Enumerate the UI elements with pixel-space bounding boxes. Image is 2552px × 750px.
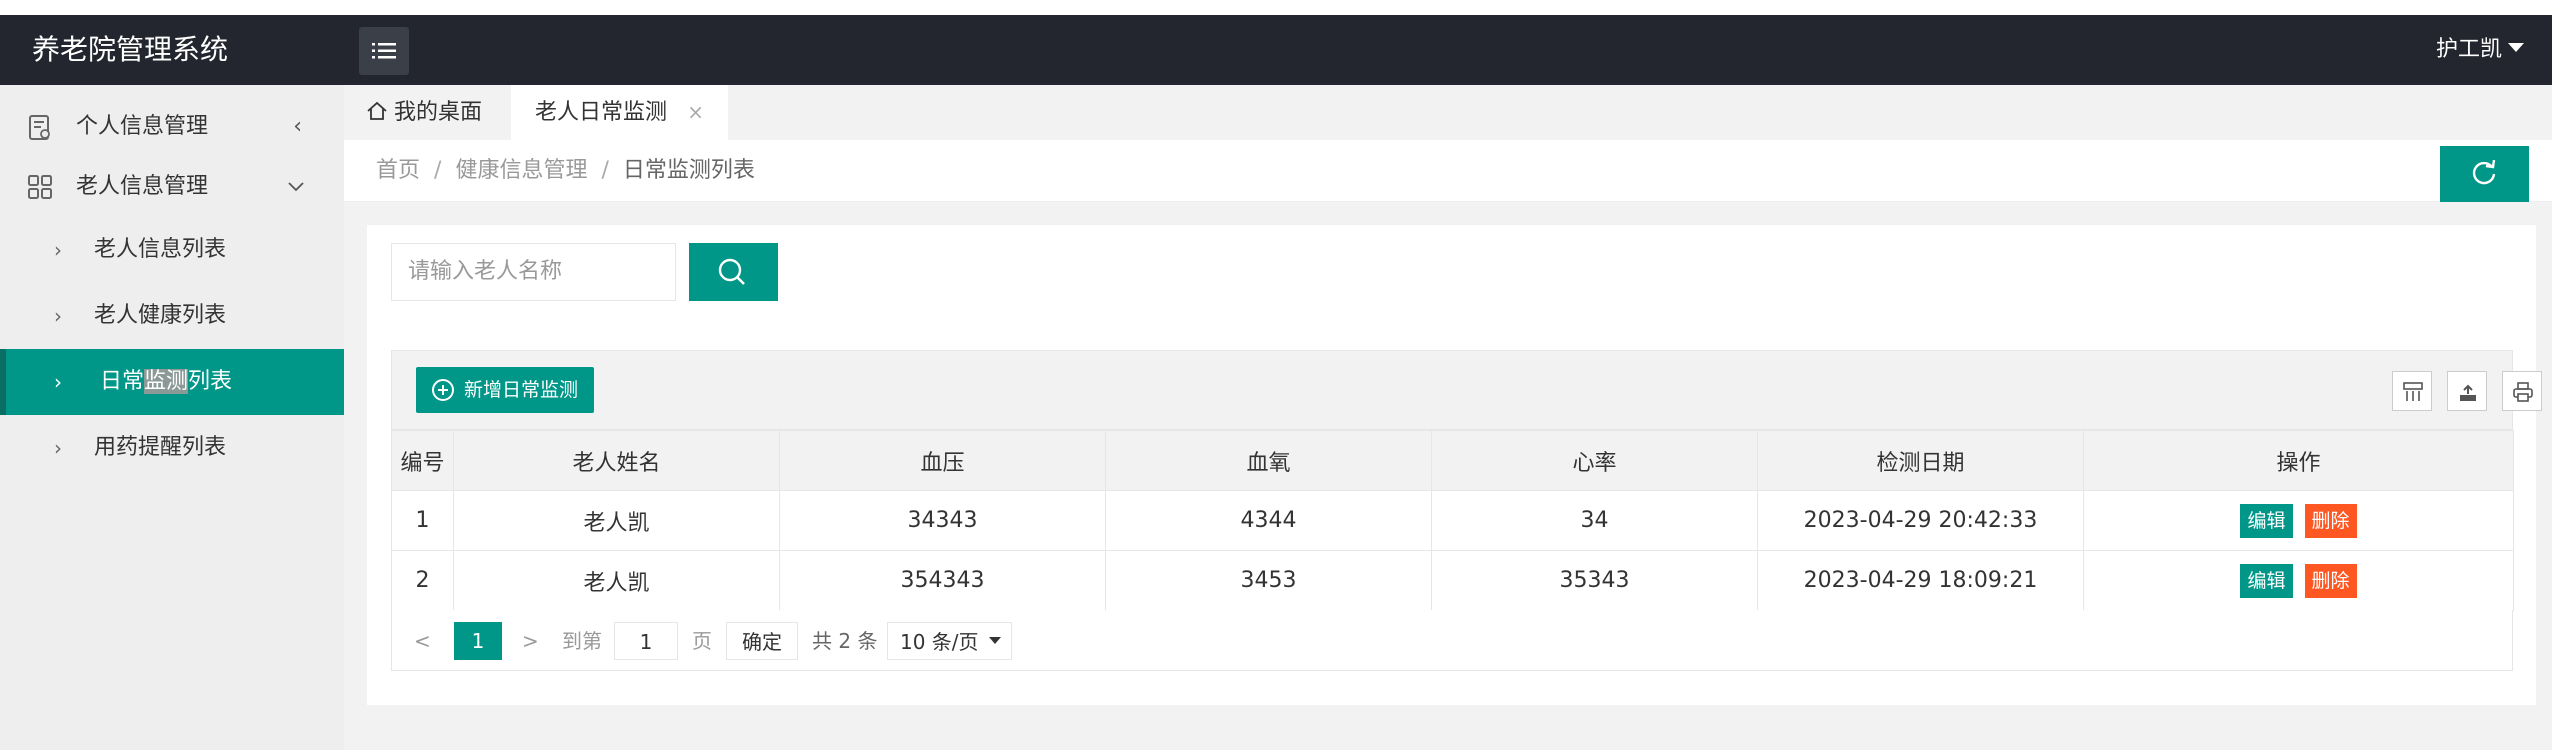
refresh-button[interactable]	[2440, 146, 2529, 202]
breadcrumb-separator: /	[434, 158, 442, 183]
user-menu[interactable]: 护工凯	[2436, 15, 2524, 85]
sidebar-item-label: 老人信息列表	[94, 237, 227, 262]
goto-confirm-button[interactable]: 确定	[726, 622, 798, 660]
cell-spo2: 3453	[1105, 550, 1432, 611]
tab-desktop[interactable]: 我的桌面	[366, 85, 482, 140]
cell-actions: 编辑 删除	[2083, 490, 2514, 551]
delete-button[interactable]: 删除	[2304, 563, 2357, 598]
print-button[interactable]	[2502, 371, 2542, 411]
current-page[interactable]: 1	[454, 622, 502, 660]
delete-button[interactable]: 删除	[2304, 503, 2357, 538]
sidebar-item-health-list[interactable]: › 老人健康列表	[0, 283, 344, 349]
goto-label: 到第	[562, 629, 602, 653]
col-header-name[interactable]: 老人姓名	[453, 430, 780, 491]
col-header-actions: 操作	[2083, 430, 2514, 491]
sidebar: 个人信息管理 ‹ 老人信息管理 › 老人信息列表 › 老人健康列表 › 日常监测…	[0, 85, 344, 750]
close-icon[interactable]: ×	[687, 85, 704, 140]
cell-date: 2023-04-29 18:09:21	[1757, 550, 2084, 611]
chevron-left-icon: ‹	[293, 114, 302, 139]
breadcrumb-home[interactable]: 首页	[376, 158, 420, 183]
chevron-right-icon: ›	[54, 436, 62, 460]
pagination: < 1 > 到第 1 页 确定 共 2 条 10 条/页	[391, 610, 2513, 671]
breadcrumb-bar: 首页 / 健康信息管理 / 日常监测列表	[344, 140, 2552, 202]
cell-spo2: 4344	[1105, 490, 1432, 551]
sidebar-item-daily-monitor-list[interactable]: › 日常监测列表	[0, 349, 344, 415]
sidebar-item-label: 用药提醒列表	[94, 435, 227, 460]
sidebar-item-elderly-list[interactable]: › 老人信息列表	[0, 217, 344, 283]
cell-bp: 34343	[779, 490, 1106, 551]
grid-icon	[28, 175, 52, 199]
cell-hr: 34	[1431, 490, 1758, 551]
table-header-row: 编号 老人姓名 血压 血氧 心率 检测日期 操作	[391, 430, 2514, 491]
breadcrumb-separator: /	[601, 158, 609, 183]
chevron-right-icon: ›	[54, 238, 62, 262]
col-header-hr[interactable]: 心率	[1431, 430, 1758, 491]
chevron-right-icon: ›	[54, 370, 62, 394]
search-input[interactable]: 请输入老人名称	[391, 243, 676, 301]
edit-button[interactable]: 编辑	[2240, 563, 2293, 598]
print-icon	[2513, 382, 2533, 402]
sidebar-group-label: 老人信息管理	[76, 174, 209, 199]
sidebar-group-personal[interactable]: 个人信息管理 ‹	[0, 97, 344, 157]
tab-daily-monitor[interactable]: 老人日常监测 ×	[511, 85, 728, 140]
sidebar-item-medication-list[interactable]: › 用药提醒列表	[0, 415, 344, 481]
search-button[interactable]	[689, 243, 778, 301]
table-toolbar: 新增日常监测	[391, 350, 2542, 430]
export-button[interactable]	[2447, 371, 2487, 411]
col-header-id[interactable]: 编号	[391, 430, 454, 491]
chevron-down-icon	[288, 182, 304, 192]
tab-label: 我的桌面	[394, 100, 483, 125]
edit-button[interactable]: 编辑	[2240, 503, 2293, 538]
page-size-select[interactable]: 10 条/页	[887, 622, 1012, 660]
columns-icon	[2403, 382, 2423, 401]
cell-id: 2	[391, 550, 454, 611]
cell-date: 2023-04-29 20:42:33	[1757, 490, 2084, 551]
add-button-label: 新增日常监测	[464, 379, 579, 401]
tab-label: 老人日常监测	[535, 100, 668, 125]
page-label: 页	[692, 629, 712, 653]
export-icon	[2460, 384, 2476, 401]
col-header-bp[interactable]: 血压	[779, 430, 1106, 491]
cell-hr: 35343	[1431, 550, 1758, 611]
cell-id: 1	[391, 490, 454, 551]
cell-name: 老人凯	[453, 490, 780, 551]
add-circle-icon	[432, 379, 454, 401]
monitor-table: 编号 老人姓名 血压 血氧 心率 检测日期 操作 1 老人凯 34343 434…	[391, 430, 2514, 611]
col-header-date[interactable]: 检测日期	[1757, 430, 2084, 491]
app-title: 养老院管理系统	[32, 33, 229, 66]
next-page-button[interactable]: >	[522, 622, 539, 660]
table-row: 1 老人凯 34343 4344 34 2023-04-29 20:42:33 …	[391, 490, 2514, 551]
user-name: 护工凯	[2435, 37, 2502, 62]
breadcrumb: 首页 / 健康信息管理 / 日常监测列表	[376, 140, 755, 202]
add-daily-monitor-button[interactable]: 新增日常监测	[416, 367, 595, 413]
top-header: 养老院管理系统 护工凯	[0, 15, 2552, 85]
breadcrumb-current: 日常监测列表	[622, 158, 755, 183]
sidebar-group-elderly[interactable]: 老人信息管理	[0, 157, 344, 217]
tab-bar: 我的桌面 老人日常监测 ×	[344, 85, 2552, 140]
cell-actions: 编辑 删除	[2083, 550, 2514, 611]
search-icon	[718, 258, 745, 285]
dropdown-arrow-icon	[989, 637, 1001, 644]
col-header-spo2[interactable]: 血氧	[1105, 430, 1432, 491]
column-filter-button[interactable]	[2392, 371, 2432, 411]
sidebar-item-label: 老人健康列表	[94, 303, 227, 328]
caret-down-icon	[2508, 42, 2524, 52]
sidebar-group-label: 个人信息管理	[76, 114, 209, 139]
goto-page-input[interactable]: 1	[614, 622, 678, 660]
table-row: 2 老人凯 354343 3453 35343 2023-04-29 18:09…	[391, 550, 2514, 611]
list-icon	[372, 43, 396, 59]
home-icon	[367, 101, 387, 120]
refresh-icon	[2472, 159, 2496, 185]
menu-toggle-button[interactable]	[359, 27, 409, 75]
id-card-icon	[29, 115, 50, 140]
cell-name: 老人凯	[453, 550, 780, 611]
chevron-right-icon: ›	[54, 304, 62, 328]
prev-page-button[interactable]: <	[414, 622, 431, 660]
breadcrumb-health[interactable]: 健康信息管理	[455, 158, 587, 183]
cell-bp: 354343	[779, 550, 1106, 611]
page-size-value: 10 条/页	[900, 630, 979, 654]
total-count: 共 2 条	[812, 629, 878, 653]
sidebar-item-label: 日常监测列表	[100, 369, 233, 394]
